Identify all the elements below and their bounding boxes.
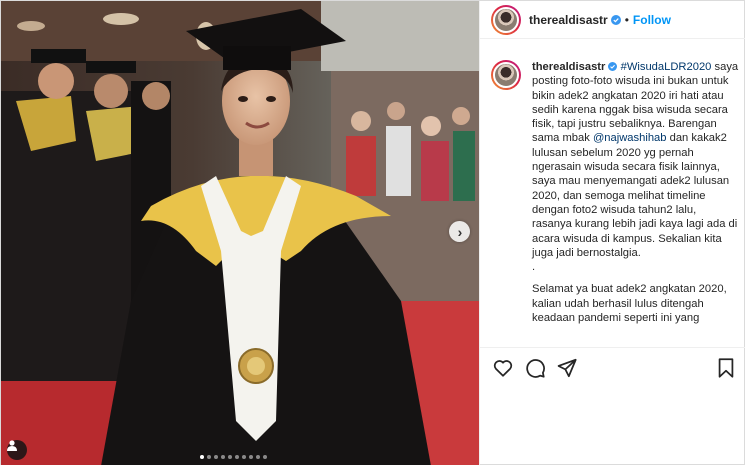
heart-icon[interactable] [492,357,514,379]
hashtag-link[interactable]: #WisudaLDR2020 [621,61,712,73]
post-side-panel: therealdisastr • Follow therealdisastr #… [479,1,745,465]
follow-button[interactable]: Follow [633,13,671,27]
carousel-dot [256,455,260,459]
separator: • [624,12,629,27]
mention-link[interactable]: @najwashihab [593,132,667,144]
carousel-dot [263,455,267,459]
carousel-dot [207,455,211,459]
carousel-dot [242,455,246,459]
caption-dot-line: . [532,261,536,274]
carousel-dot [214,455,218,459]
verified-badge-icon [608,62,618,71]
username-link[interactable]: therealdisastr [529,13,608,27]
caption-username[interactable]: therealdisastr [532,61,605,73]
chevron-right-icon: › [457,223,463,240]
caption-paragraph-1b: dan kakak2 lulusan sebelum 2020 yg perna… [532,132,738,259]
caption: therealdisastr #WisudaLDR2020 saya posti… [491,60,745,325]
next-slide-button[interactable]: › [449,221,470,242]
comment-icon[interactable] [524,357,546,379]
post-header: therealdisastr • Follow [480,1,745,39]
carousel-dot [235,455,239,459]
instagram-post: › therealdisastr • Follow therealdisastr… [0,0,745,465]
paper-plane-icon[interactable] [556,357,578,379]
caption-avatar[interactable] [491,60,521,90]
avatar[interactable] [491,4,521,35]
caption-text: therealdisastr #WisudaLDR2020 saya posti… [532,60,739,325]
carousel-dot [221,455,225,459]
post-photo[interactable]: › [1,1,479,465]
carousel-dot [249,455,253,459]
user-tag-button[interactable] [7,440,27,460]
graduation-photo [1,1,479,465]
carousel-dot [228,455,232,459]
carousel-dot [200,455,204,459]
comments-section[interactable]: therealdisastr #WisudaLDR2020 saya posti… [480,60,745,348]
bookmark-icon[interactable] [715,357,737,379]
carousel-indicator [200,455,267,459]
user-tag-icon [7,440,17,451]
action-bar [480,347,745,387]
verified-badge-icon [610,14,621,25]
caption-paragraph-2: Selamat ya buat adek2 angkatan 2020, kal… [532,283,727,325]
